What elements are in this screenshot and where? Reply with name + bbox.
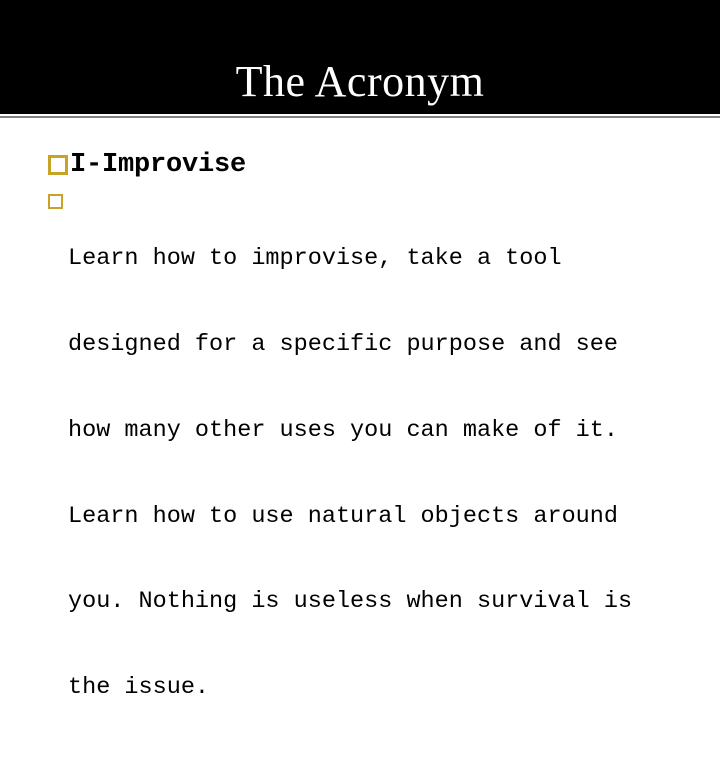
slide-body: I-Improvise Learn how to improvise, take…	[0, 118, 720, 701]
bullet-level-2-paragraph: Learn how to improvise, take a tool desi…	[68, 188, 632, 760]
bullet-line: you. Nothing is useless when survival is	[68, 588, 633, 616]
bullet-line: designed for a specific purpose and see	[68, 330, 618, 358]
bullet-level-1-label: I-Improvise	[70, 150, 247, 180]
bullet-item-level-1: I-Improvise	[48, 150, 246, 180]
bullet-line: how many other uses you can make of it.	[68, 416, 618, 444]
presentation-slide: The Acronym I-Improvise Learn how to imp…	[0, 0, 720, 701]
bullet-line: Learn how to improvise, take a tool	[68, 245, 562, 273]
hollow-square-bullet-icon	[48, 194, 63, 209]
bullet-line: the issue.	[68, 674, 210, 702]
bullet-line: Learn how to use natural objects around	[68, 502, 618, 530]
bullet-item-level-2: Learn how to improvise, take a tool desi…	[48, 188, 632, 760]
hollow-square-bullet-icon	[48, 155, 68, 175]
